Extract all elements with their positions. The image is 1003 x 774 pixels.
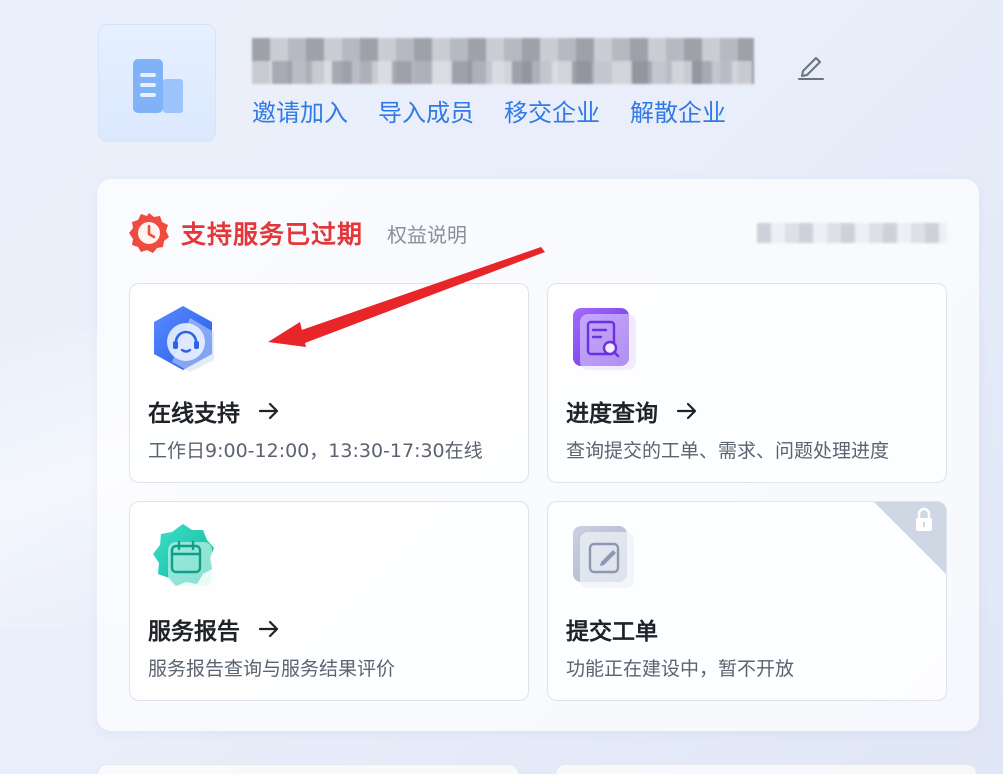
card-progress-query[interactable]: 进度查询 查询提交的工单、需求、问题处理进度 bbox=[547, 283, 947, 483]
arrow-right-icon bbox=[676, 402, 697, 420]
arrow-right-icon bbox=[258, 620, 279, 638]
calendar-icon bbox=[153, 524, 214, 586]
arrow-right-icon bbox=[258, 402, 279, 420]
service-panel: 支持服务已过期 权益说明 在线支持 工作日9:00-12:00，13:30-17… bbox=[97, 179, 979, 731]
bottom-card-partial bbox=[97, 764, 519, 774]
redacted-text bbox=[757, 223, 947, 243]
transfer-company-link[interactable]: 移交企业 bbox=[504, 96, 600, 130]
card-title-line: 进度查询 bbox=[566, 394, 700, 428]
company-logo bbox=[98, 24, 216, 142]
clock-badge-icon bbox=[129, 213, 169, 253]
card-service-report[interactable]: 服务报告 服务报告查询与服务结果评价 bbox=[129, 501, 529, 701]
locked-corner bbox=[874, 502, 946, 574]
building-icon bbox=[133, 59, 183, 113]
card-description: 功能正在建设中，暂不开放 bbox=[566, 658, 795, 680]
pencil-icon bbox=[798, 57, 824, 80]
company-name-redacted bbox=[252, 38, 754, 84]
headset-icon bbox=[154, 306, 214, 372]
card-title: 服务报告 bbox=[148, 619, 240, 645]
card-online-support[interactable]: 在线支持 工作日9:00-12:00，13:30-17:30在线 bbox=[129, 283, 529, 483]
card-title-line: 提交工单 bbox=[566, 612, 658, 646]
card-submit-ticket: 提交工单 功能正在建设中，暂不开放 bbox=[547, 501, 947, 701]
company-actions: 邀请加入 导入成员 移交企业 解散企业 bbox=[252, 96, 726, 130]
bottom-card-partial bbox=[555, 764, 977, 774]
card-title: 在线支持 bbox=[148, 401, 240, 427]
card-title-line: 在线支持 bbox=[148, 394, 282, 428]
dissolve-company-link[interactable]: 解散企业 bbox=[630, 96, 726, 130]
card-title: 提交工单 bbox=[566, 619, 658, 645]
card-title: 进度查询 bbox=[566, 401, 658, 427]
invite-join-link[interactable]: 邀请加入 bbox=[252, 96, 348, 130]
rights-explanation-link[interactable]: 权益说明 bbox=[387, 219, 467, 248]
card-title-line: 服务报告 bbox=[148, 612, 282, 646]
service-status: 支持服务已过期 权益说明 bbox=[127, 209, 467, 257]
status-expired-text: 支持服务已过期 bbox=[181, 220, 364, 249]
card-description: 工作日9:00-12:00，13:30-17:30在线 bbox=[148, 440, 483, 462]
card-description: 服务报告查询与服务结果评价 bbox=[148, 658, 396, 680]
document-search-icon bbox=[573, 308, 636, 370]
edit-form-icon bbox=[573, 526, 634, 588]
card-description: 查询提交的工单、需求、问题处理进度 bbox=[566, 440, 890, 462]
import-members-link[interactable]: 导入成员 bbox=[378, 96, 474, 130]
edit-company-button[interactable] bbox=[794, 48, 828, 82]
